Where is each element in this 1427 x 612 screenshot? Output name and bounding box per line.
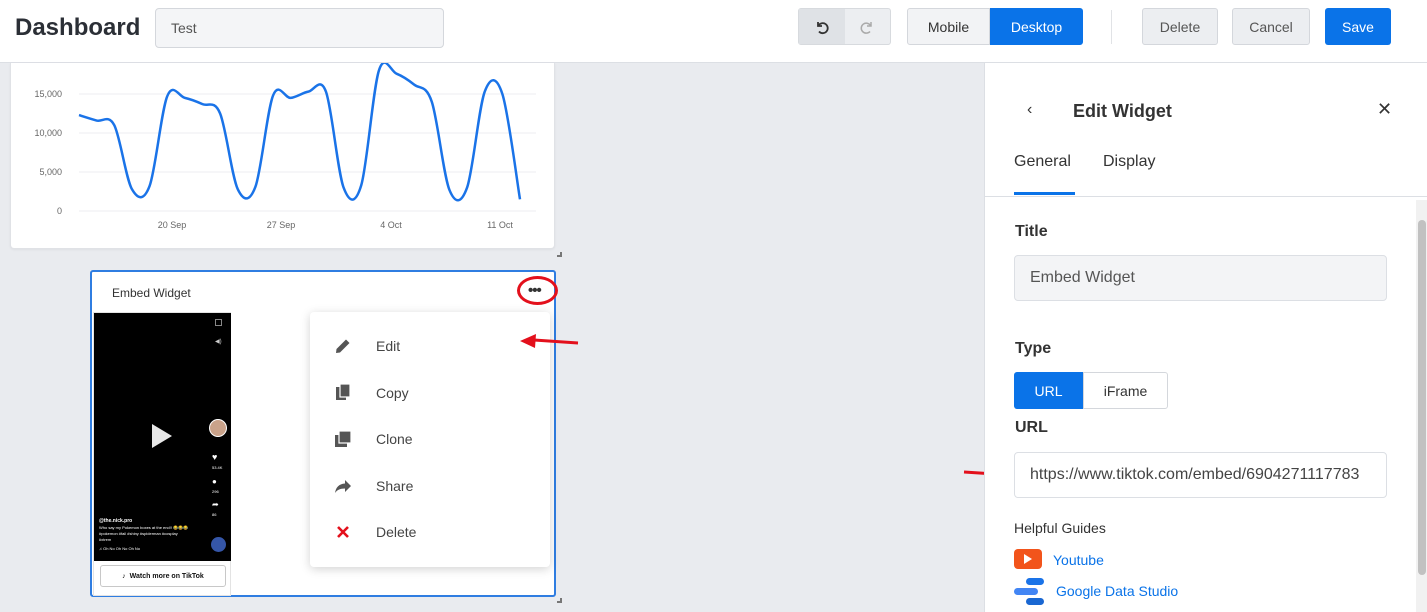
comment-count: 296 bbox=[212, 489, 219, 494]
undo-button[interactable] bbox=[799, 9, 845, 44]
guide-link-youtube[interactable]: Youtube bbox=[1053, 552, 1104, 568]
share-icon[interactable]: ➦ bbox=[212, 500, 219, 509]
title-input[interactable]: Embed Widget bbox=[1014, 255, 1387, 301]
annotation-circle bbox=[517, 276, 558, 305]
music-disc-icon[interactable] bbox=[211, 537, 226, 552]
volume-icon[interactable]: ◀) bbox=[215, 338, 222, 345]
resize-handle[interactable] bbox=[557, 598, 562, 603]
edit-widget-panel: ‹ Edit Widget ✕ General Display Title Em… bbox=[984, 63, 1427, 612]
menu-item-share[interactable]: Share bbox=[310, 466, 550, 506]
type-label: Type bbox=[1015, 340, 1052, 357]
panel-title: Edit Widget bbox=[1073, 101, 1172, 121]
watch-more-button[interactable]: ♪ Watch more on TikTok bbox=[100, 565, 226, 587]
widget-title: Embed Widget bbox=[112, 286, 191, 300]
menu-item-label: Clone bbox=[376, 431, 413, 447]
redo-icon bbox=[860, 21, 872, 34]
y-tick-label: 10,000 bbox=[34, 128, 62, 138]
tiktok-icon: ♪ bbox=[122, 572, 126, 580]
menu-item-delete[interactable]: Delete bbox=[310, 512, 550, 552]
heart-icon[interactable]: ♥ bbox=[212, 452, 217, 462]
chart-widget[interactable]: 15,000 10,000 5,000 0 20 Sep 27 Sep 4 Oct 11 Oc… bbox=[10, 63, 555, 249]
watch-more-label: Watch more on TikTok bbox=[129, 572, 204, 580]
mobile-view-button[interactable]: Mobile bbox=[907, 8, 990, 45]
chevron-left-icon[interactable]: ‹ bbox=[1027, 101, 1032, 119]
play-icon[interactable] bbox=[152, 424, 172, 448]
tiktok-caption: Who say my Pokemon boxes at the end!! 😂😂… bbox=[99, 525, 188, 542]
clone-icon bbox=[332, 428, 354, 450]
like-count: 53.4K bbox=[212, 465, 223, 470]
pencil-icon bbox=[332, 335, 354, 357]
y-tick-label: 0 bbox=[57, 206, 62, 216]
annotation-arrow bbox=[520, 334, 579, 348]
tab-general[interactable]: General bbox=[1014, 153, 1071, 171]
scrollbar[interactable] bbox=[1416, 200, 1427, 612]
type-url-button[interactable]: URL bbox=[1014, 372, 1083, 409]
type-toggle: URL iFrame bbox=[1014, 372, 1168, 409]
top-bar: Dashboard Mobile Desktop Delete Cancel S… bbox=[0, 0, 1427, 63]
type-iframe-button[interactable]: iFrame bbox=[1083, 372, 1168, 409]
series-line bbox=[78, 63, 522, 202]
save-button[interactable]: Save bbox=[1325, 8, 1391, 45]
y-tick-label: 5,000 bbox=[39, 167, 62, 177]
context-menu: Edit Copy Clone Share Delete bbox=[310, 312, 550, 567]
menu-item-label: Share bbox=[376, 478, 414, 494]
active-tab-indicator bbox=[1014, 192, 1075, 195]
helpful-guides-label: Helpful Guides bbox=[1014, 520, 1106, 536]
menu-item-label: Delete bbox=[376, 524, 417, 540]
title-label: Title bbox=[1015, 223, 1048, 240]
tab-display[interactable]: Display bbox=[1103, 153, 1155, 171]
resize-handle[interactable] bbox=[557, 252, 562, 257]
copy-icon bbox=[332, 382, 354, 404]
avatar[interactable] bbox=[209, 419, 227, 437]
url-input[interactable]: https://www.tiktok.com/embed/69042711177… bbox=[1014, 452, 1387, 498]
history-group bbox=[798, 8, 891, 45]
tiktok-music[interactable]: ♫ Oh No Oh No Oh No bbox=[99, 546, 140, 551]
google-data-studio-icon bbox=[1014, 578, 1044, 605]
fullscreen-icon[interactable] bbox=[215, 319, 222, 326]
close-icon[interactable]: ✕ bbox=[1377, 99, 1392, 120]
y-tick-label: 15,000 bbox=[34, 89, 62, 99]
menu-item-edit[interactable]: Edit bbox=[310, 326, 550, 366]
undo-icon bbox=[816, 21, 829, 34]
share-icon bbox=[332, 475, 354, 497]
divider bbox=[1111, 10, 1112, 44]
video-player[interactable]: ◀) ♥ 53.4K ● 296 ➦ 86 @the.nick.pro Who … bbox=[94, 313, 231, 561]
share-count: 86 bbox=[212, 512, 217, 517]
tiktok-embed[interactable]: ◀) ♥ 53.4K ● 296 ➦ 86 @the.nick.pro Who … bbox=[93, 312, 231, 596]
x-tick-label: 20 Sep bbox=[158, 220, 187, 230]
divider bbox=[985, 196, 1427, 197]
scrollbar-thumb[interactable] bbox=[1418, 220, 1426, 575]
menu-item-clone[interactable]: Clone bbox=[310, 419, 550, 459]
redo-button[interactable] bbox=[845, 9, 891, 44]
x-tick-label: 11 Oct bbox=[487, 220, 513, 230]
line-chart: 15,000 10,000 5,000 0 20 Sep 27 Sep 4 Oct 11 Oc… bbox=[34, 63, 536, 230]
url-label: URL bbox=[1015, 419, 1048, 436]
tiktok-username[interactable]: @the.nick.pro bbox=[99, 518, 132, 524]
view-toggle: Mobile Desktop bbox=[907, 8, 1083, 45]
x-icon bbox=[332, 521, 354, 543]
x-tick-label: 27 Sep bbox=[267, 220, 296, 230]
dashboard-name-input[interactable] bbox=[155, 8, 444, 48]
comment-icon[interactable]: ● bbox=[212, 477, 217, 486]
cancel-button[interactable]: Cancel bbox=[1232, 8, 1310, 45]
youtube-icon bbox=[1014, 549, 1042, 569]
x-tick-label: 4 Oct bbox=[380, 220, 402, 230]
menu-item-label: Copy bbox=[376, 385, 409, 401]
page-title: Dashboard bbox=[15, 14, 141, 41]
menu-item-copy[interactable]: Copy bbox=[310, 373, 550, 413]
desktop-view-button[interactable]: Desktop bbox=[990, 8, 1083, 45]
menu-item-label: Edit bbox=[376, 338, 401, 354]
delete-button[interactable]: Delete bbox=[1142, 8, 1218, 45]
guide-link-google-data-studio[interactable]: Google Data Studio bbox=[1056, 583, 1178, 599]
